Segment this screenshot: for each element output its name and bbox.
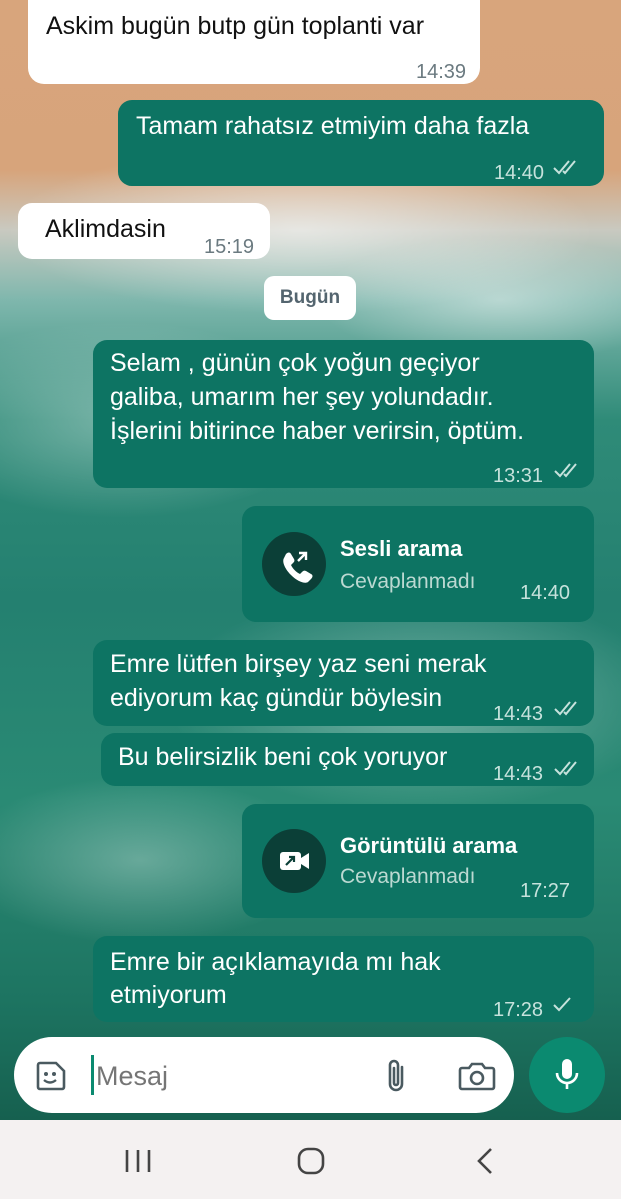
message-time: 14:43 — [493, 763, 544, 785]
message-time: 17:27 — [520, 880, 571, 902]
message-text: Tamam rahatsız etmiyim daha fazla — [136, 112, 530, 140]
missed-video-call-icon — [280, 852, 309, 870]
message-time: 17:28 — [493, 999, 544, 1021]
sent-check-icon — [553, 997, 571, 1012]
message-outgoing[interactable]: Bu belirsizlik beni çok yoruyor 14:43 — [101, 733, 594, 786]
message-text-line: Selam , günün çok yoğun geçiyor — [110, 349, 480, 377]
message-time: 15:19 — [204, 236, 255, 258]
message-incoming[interactable]: Askim bugün butp gün toplanti var 14:39 — [28, 0, 480, 84]
call-icon-circle — [262, 532, 326, 596]
read-receipt-icon — [554, 761, 577, 776]
recent-apps-icon[interactable] — [123, 1148, 153, 1174]
missed-voice-call-icon — [283, 551, 313, 583]
message-text-line: galiba, umarım her şey yolundadır. — [110, 383, 494, 411]
message-text-line: Emre lütfen birşey yaz seni merak — [110, 650, 487, 678]
message-outgoing[interactable]: Emre lütfen birşey yaz seni merak ediyor… — [93, 640, 594, 726]
message-outgoing[interactable]: Tamam rahatsız etmiyim daha fazla 14:40 — [118, 100, 604, 186]
message-text: Bu belirsizlik beni çok yoruyor — [118, 743, 448, 771]
missed-voice-call-card[interactable]: Sesli arama Cevaplanmadı 14:40 — [242, 506, 594, 622]
call-title: Görüntülü arama — [340, 833, 518, 858]
message-incoming[interactable]: Aklimdasin 15:19 — [18, 203, 270, 259]
message-time: 13:31 — [493, 465, 544, 487]
message-composer — [14, 1037, 514, 1113]
missed-video-call-card[interactable]: Görüntülü arama Cevaplanmadı 17:27 — [242, 804, 594, 918]
message-time: 14:40 — [494, 162, 545, 184]
message-outgoing[interactable]: Selam , günün çok yoğun geçiyor galiba, … — [93, 340, 594, 488]
message-text-line: İşlerini bitirince haber verirsin, öptüm… — [110, 417, 525, 445]
attach-icon[interactable] — [382, 1057, 412, 1095]
microphone-icon — [555, 1059, 579, 1089]
date-divider: Bugün — [264, 276, 356, 320]
call-status: Cevaplanmadı — [340, 570, 476, 593]
read-receipt-icon — [554, 463, 577, 478]
sticker-icon[interactable] — [34, 1059, 68, 1093]
message-time: 14:40 — [520, 582, 571, 604]
read-receipt-icon — [554, 701, 577, 716]
message-input[interactable] — [94, 1051, 378, 1101]
message-text-line: Emre bir açıklamayıda mı hak — [110, 948, 441, 976]
message-text: Askim bugün butp gün toplanti var — [46, 12, 425, 40]
message-outgoing[interactable]: Emre bir açıklamayıda mı hak etmiyorum 1… — [93, 936, 594, 1022]
camera-icon[interactable] — [457, 1059, 497, 1093]
message-text-line: etmiyorum — [110, 981, 227, 1009]
message-text: Aklimdasin — [45, 215, 166, 243]
call-status: Cevaplanmadı — [340, 865, 476, 888]
message-time: 14:43 — [493, 703, 544, 725]
read-receipt-icon — [553, 160, 576, 175]
system-navigation-bar — [0, 1120, 621, 1199]
message-time: 14:39 — [416, 61, 467, 83]
message-text-line: ediyorum kaç gündür böylesin — [110, 684, 443, 712]
back-icon[interactable] — [474, 1147, 496, 1175]
call-icon-circle — [262, 829, 326, 893]
voice-record-button[interactable] — [529, 1037, 605, 1113]
call-title: Sesli arama — [340, 536, 463, 561]
home-icon[interactable] — [296, 1147, 326, 1175]
